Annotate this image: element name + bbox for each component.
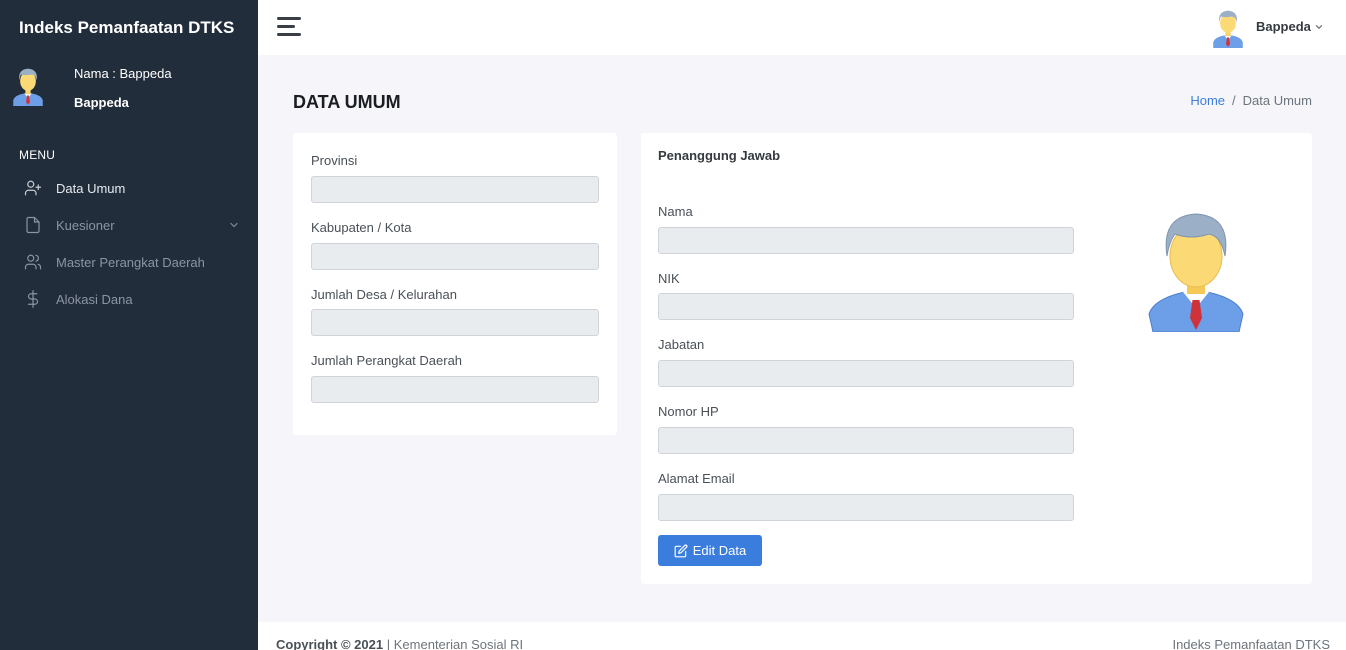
edit-icon (674, 544, 688, 557)
jumlah-desa-label: Jumlah Desa / Kelurahan (311, 287, 457, 302)
footer-org: Kementerian Sosial RI (393, 637, 524, 650)
nama-label: Nama (658, 204, 693, 219)
edit-data-button[interactable]: Edit Data (658, 535, 762, 566)
jabatan-input[interactable] (658, 360, 1074, 387)
menu-toggle-icon[interactable] (277, 17, 301, 36)
page-title: DATA UMUM (293, 92, 401, 112)
sidebar-item-alokasi-dana[interactable]: Alokasi Dana (0, 282, 258, 316)
user-avatar[interactable] (1210, 8, 1246, 48)
chevron-down-icon (230, 222, 238, 228)
card-title: Penanggung Jawab (658, 148, 781, 163)
sidebar-user-role: Bappeda (74, 95, 129, 110)
chevron-down-icon[interactable] (1314, 22, 1324, 32)
alamat-email-input[interactable] (658, 494, 1074, 521)
jumlah-perangkat-daerah-label: Jumlah Perangkat Daerah (311, 353, 463, 368)
footer-separator: | (386, 637, 391, 650)
edit-data-label: Edit Data (692, 543, 747, 558)
breadcrumb-current: Data Umum (1242, 93, 1312, 108)
kabupaten-kota-label: Kabupaten / Kota (311, 220, 412, 235)
breadcrumb-home-link[interactable]: Home (1190, 93, 1225, 108)
user-menu-name[interactable]: Bappeda (1256, 19, 1311, 34)
nama-input[interactable] (658, 227, 1074, 254)
app-brand[interactable]: Indeks Pemanfaatan DTKS (19, 18, 234, 38)
user-avatar (13, 68, 43, 106)
nomor-hp-label: Nomor HP (658, 404, 719, 419)
footer-app-name: Indeks Pemanfaatan DTKS (1172, 637, 1330, 650)
sidebar-item-label: Kuesioner (56, 217, 115, 233)
footer-copyright: Copyright © 2021 | Kementerian Sosial RI (276, 637, 523, 650)
penanggung-jawab-card: Penanggung Jawab Nama NIK Jabatan Nomor … (641, 133, 1312, 584)
sidebar-item-master-perangkat-daerah[interactable]: Master Perangkat Daerah (0, 245, 258, 279)
alamat-email-label: Alamat Email (658, 471, 735, 486)
topbar: Bappeda (258, 0, 1346, 55)
nik-input[interactable] (658, 293, 1074, 320)
sidebar: Indeks Pemanfaatan DTKS Nama : Bappeda B… (0, 0, 258, 650)
sidebar-user-name: Nama : Bappeda (74, 66, 172, 81)
sidebar-item-label: Data Umum (56, 180, 126, 196)
file-icon (24, 216, 42, 234)
jumlah-desa-input[interactable] (311, 309, 599, 336)
footer: Copyright © 2021 | Kementerian Sosial RI… (258, 622, 1346, 650)
jumlah-perangkat-daerah-input[interactable] (311, 376, 599, 403)
nik-label: NIK (658, 271, 680, 286)
dollar-icon (24, 290, 42, 308)
users-icon (24, 253, 42, 271)
nomor-hp-input[interactable] (658, 427, 1074, 454)
person-avatar-illustration (1148, 213, 1244, 332)
sidebar-item-label: Alokasi Dana (56, 291, 133, 307)
copyright-text: Copyright © 2021 (276, 637, 384, 650)
kabupaten-kota-input[interactable] (311, 243, 599, 270)
sidebar-item-kuesioner[interactable]: Kuesioner (0, 208, 258, 242)
sidebar-item-label: Master Perangkat Daerah (56, 254, 205, 270)
breadcrumb: Home / Data Umum (1190, 93, 1312, 108)
data-umum-card: Provinsi Kabupaten / Kota Jumlah Desa / … (293, 133, 617, 435)
jabatan-label: Jabatan (658, 337, 705, 352)
sidebar-item-data-umum[interactable]: Data Umum (0, 171, 258, 205)
provinsi-input[interactable] (311, 176, 599, 203)
provinsi-label: Provinsi (311, 153, 358, 168)
user-plus-icon (24, 179, 42, 197)
menu-title: MENU (19, 148, 56, 162)
breadcrumb-separator: / (1232, 93, 1236, 108)
